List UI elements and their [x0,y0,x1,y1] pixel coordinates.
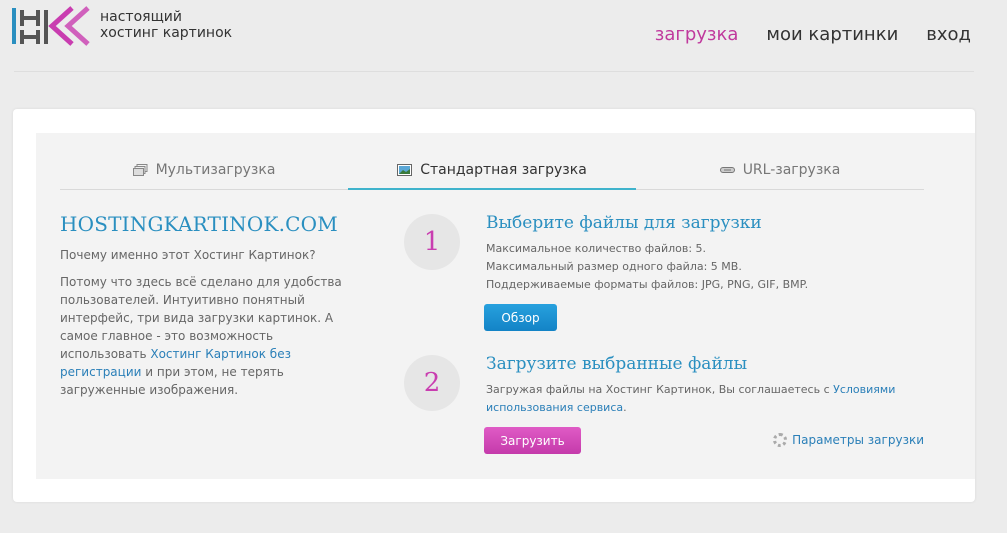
step-2-title: Загрузите выбранные файлы [486,354,748,374]
browse-button[interactable]: Обзор [484,304,557,331]
tab-url-upload-label: URL-загрузка [742,161,841,178]
upload-params-link[interactable]: Параметры загрузки [773,433,924,447]
nav-my-images[interactable]: мои картинки [766,24,898,45]
step-2-number: 2 [404,355,460,411]
tagline: настоящий хостинг картинок [100,9,232,41]
terms-text-1: Загружая файлы на Хостинг Картинок, Вы с… [486,383,834,396]
tab-standard-upload[interactable]: Стандартная загрузка [348,150,636,190]
max-files-text: Максимальное количество файлов: 5. [486,242,707,255]
upload-params-label: Параметры загрузки [792,433,924,447]
terms-text-2: . [623,401,627,414]
tab-standard-upload-label: Стандартная загрузка [420,161,587,178]
site-description: Потому что здесь всё сделано для удобств… [60,273,360,399]
top-nav: загрузка мои картинки вход [655,24,971,45]
why-question: Почему именно этот Хостинг Картинок? [60,248,316,262]
tagline-line1: настоящий [100,9,182,25]
site-logo[interactable] [12,6,90,46]
gear-icon [773,433,788,447]
nav-login[interactable]: вход [926,24,971,45]
multi-upload-icon [132,163,148,176]
header-divider [14,71,974,72]
step-1-number: 1 [404,214,460,270]
tab-multi-upload-label: Мультизагрузка [155,161,276,178]
link-icon [719,166,735,173]
tab-multi-upload[interactable]: Мультизагрузка [60,150,348,189]
step-1-title: Выберите файлы для загрузки [486,213,762,233]
image-icon [397,163,413,176]
nav-upload[interactable]: загрузка [655,24,739,45]
max-size-text: Максимальный размер одного файла: 5 MB. [486,260,742,273]
step-2-info: Загружая файлы на Хостинг Картинок, Вы с… [486,381,926,417]
header: настоящий хостинг картинок загрузка мои … [0,0,1007,72]
tagline-line2: хостинг картинок [100,25,233,41]
step-1-info: Максимальное количество файлов: 5. Макси… [486,240,808,294]
tab-url-upload[interactable]: URL-загрузка [636,150,924,189]
upload-tabs: Мультизагрузка Стандартная загрузка URL-… [60,150,924,190]
site-title: HOSTINGKARTINOK.COM [60,212,338,236]
upload-button[interactable]: Загрузить [484,427,581,454]
formats-text: Поддерживаемые форматы файлов: JPG, PNG,… [486,278,809,291]
